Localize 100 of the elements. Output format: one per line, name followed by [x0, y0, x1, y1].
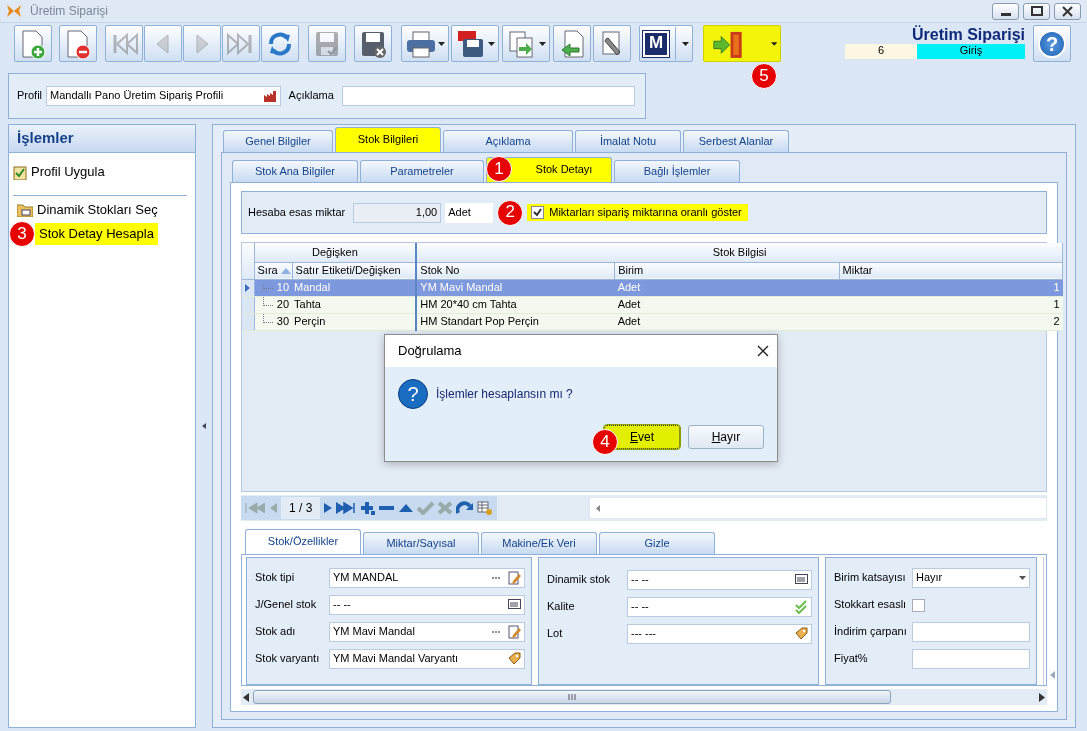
record-position: 1 / 3	[281, 496, 321, 520]
panel-title: İşlemler	[9, 125, 195, 153]
dropdown-arrow-icon	[1019, 576, 1026, 580]
field-label: Stokkart esaslı	[834, 598, 908, 612]
table-row[interactable]: 20 Tahta HM 20*40 cm Tahta Adet 1	[242, 296, 1063, 313]
redo-icon	[456, 501, 475, 516]
tab[interactable]: Gizle	[599, 532, 715, 554]
lookup-field[interactable]: YM Mavi Mandal Varyantı	[329, 649, 525, 669]
lookup-field[interactable]: -- --	[627, 570, 812, 590]
description-field[interactable]	[341, 86, 635, 106]
back-button[interactable]	[553, 25, 591, 62]
tab[interactable]: Stok Bilgileri	[335, 127, 441, 152]
minimize-icon	[1000, 12, 1011, 16]
delete-button[interactable]	[59, 25, 97, 62]
next-record-icon	[323, 501, 334, 516]
field-label: Lot	[547, 627, 564, 641]
tools-button[interactable]	[593, 25, 631, 62]
tab[interactable]: Miktar/Sayısal	[363, 532, 479, 554]
factory-icon	[263, 90, 277, 102]
new-button[interactable]	[14, 25, 52, 62]
collapse-arrow-icon	[202, 423, 206, 429]
field-label: Stok adı	[255, 625, 297, 639]
unit-field[interactable]: Adet	[445, 202, 494, 223]
lookup-field[interactable]: YM MANDAL	[329, 568, 525, 588]
callout-number: 3	[9, 221, 35, 247]
caret-icon	[438, 41, 445, 46]
checkbox-label: Miktarları sipariş miktarına oranlı göster	[549, 205, 742, 220]
exit-button[interactable]	[703, 25, 781, 62]
pdf-button[interactable]	[451, 25, 499, 62]
folder-icon	[17, 203, 33, 217]
field-label: Stok varyantı	[255, 652, 321, 666]
sort-ascending-icon	[280, 268, 291, 274]
pdf-save-icon	[455, 28, 485, 59]
last-record-button[interactable]	[336, 500, 357, 516]
first-record-icon	[245, 501, 265, 516]
profile-field[interactable]: Mandallı Pano Üretim Sipariş Profili	[46, 86, 281, 106]
field-label: Açıklama	[288, 89, 334, 103]
tree-line	[262, 283, 273, 289]
checkbox[interactable]	[531, 206, 545, 219]
dialog-message: İşlemler hesaplansın mı ?	[436, 386, 573, 402]
dropdown-field[interactable]: Hayır	[912, 568, 1030, 588]
butterfly-icon	[6, 4, 22, 18]
print-button[interactable]	[401, 25, 449, 62]
lookup-field[interactable]: YM Mavi Mandal	[329, 622, 525, 642]
close-icon	[1061, 5, 1074, 17]
minimize-button[interactable]	[992, 2, 1019, 20]
lookup-field[interactable]: --- ---	[627, 624, 812, 644]
action-item[interactable]: Stok Detay Hesapla	[35, 223, 158, 245]
text-field[interactable]	[912, 649, 1030, 669]
grid-settings-button[interactable]	[477, 500, 494, 516]
tab[interactable]: Serbest Alanlar	[683, 130, 789, 152]
tag-icon	[508, 652, 521, 666]
menu-button[interactable]: M	[639, 25, 693, 62]
tab[interactable]: Stok/Özellikler	[245, 529, 361, 554]
scroll-right-icon	[1039, 692, 1045, 702]
table-row[interactable]: 30 Perçin HM Standart Pop Perçin Adet 2	[242, 313, 1063, 330]
cancel-icon	[437, 501, 454, 516]
lookup-field[interactable]: -- --	[329, 595, 525, 615]
redo-button[interactable]	[456, 500, 475, 516]
form-title: Üretim Siparişi	[912, 25, 1025, 45]
lookup-field[interactable]: -- --	[627, 597, 812, 617]
menu-logo: M	[643, 30, 669, 57]
close-button[interactable]	[1054, 2, 1081, 20]
record-number: 6	[845, 44, 917, 60]
column-group-header: Stok Bilgisi	[416, 243, 1063, 262]
grid-settings-icon	[477, 501, 494, 516]
tab[interactable]: Bağlı İşlemler	[614, 160, 740, 182]
add-button[interactable]	[359, 500, 376, 516]
quantity-field[interactable]: 1,00	[353, 202, 442, 223]
action-item[interactable]: Profil Uygula	[9, 161, 109, 183]
tab[interactable]: Stok Ana Bilgiler	[232, 160, 358, 182]
copy-documents-icon	[506, 28, 536, 59]
close-button[interactable]	[757, 345, 769, 357]
text-field[interactable]	[912, 622, 1030, 642]
tab[interactable]: Genel Bilgiler	[223, 130, 333, 152]
refresh-button[interactable]	[261, 25, 299, 62]
horizontal-scrollbar[interactable]	[589, 497, 1047, 519]
scroll-left-icon	[243, 692, 249, 702]
maximize-button[interactable]	[1023, 2, 1050, 20]
tab[interactable]: Parametreler	[360, 160, 484, 182]
field-label: Kalite	[547, 600, 576, 614]
action-item[interactable]: Dinamik Stokları Seç	[13, 199, 162, 221]
column-group-header: Değişken	[254, 243, 417, 262]
dialog-button[interactable]: Hayır	[688, 425, 764, 449]
field-label: Fiyat%	[834, 652, 869, 666]
maximize-icon	[1030, 5, 1043, 17]
tab[interactable]: Açıklama	[443, 130, 573, 152]
scroll-left-icon	[596, 504, 600, 512]
callout-number: 4	[592, 429, 618, 455]
checkbox[interactable]	[912, 598, 925, 612]
check-button[interactable]	[417, 500, 435, 516]
field-label: Birim katsayısı	[834, 571, 907, 585]
discard-button[interactable]	[354, 25, 392, 62]
tab[interactable]: Makine/Ek Veri	[481, 532, 597, 554]
tab[interactable]: İmalat Notu	[575, 130, 681, 152]
tree-line	[262, 313, 273, 323]
scrollbar-thumb[interactable]	[253, 690, 891, 704]
question-icon: ?	[398, 379, 428, 409]
next-record-button[interactable]	[323, 500, 334, 516]
caret-icon	[539, 41, 546, 46]
